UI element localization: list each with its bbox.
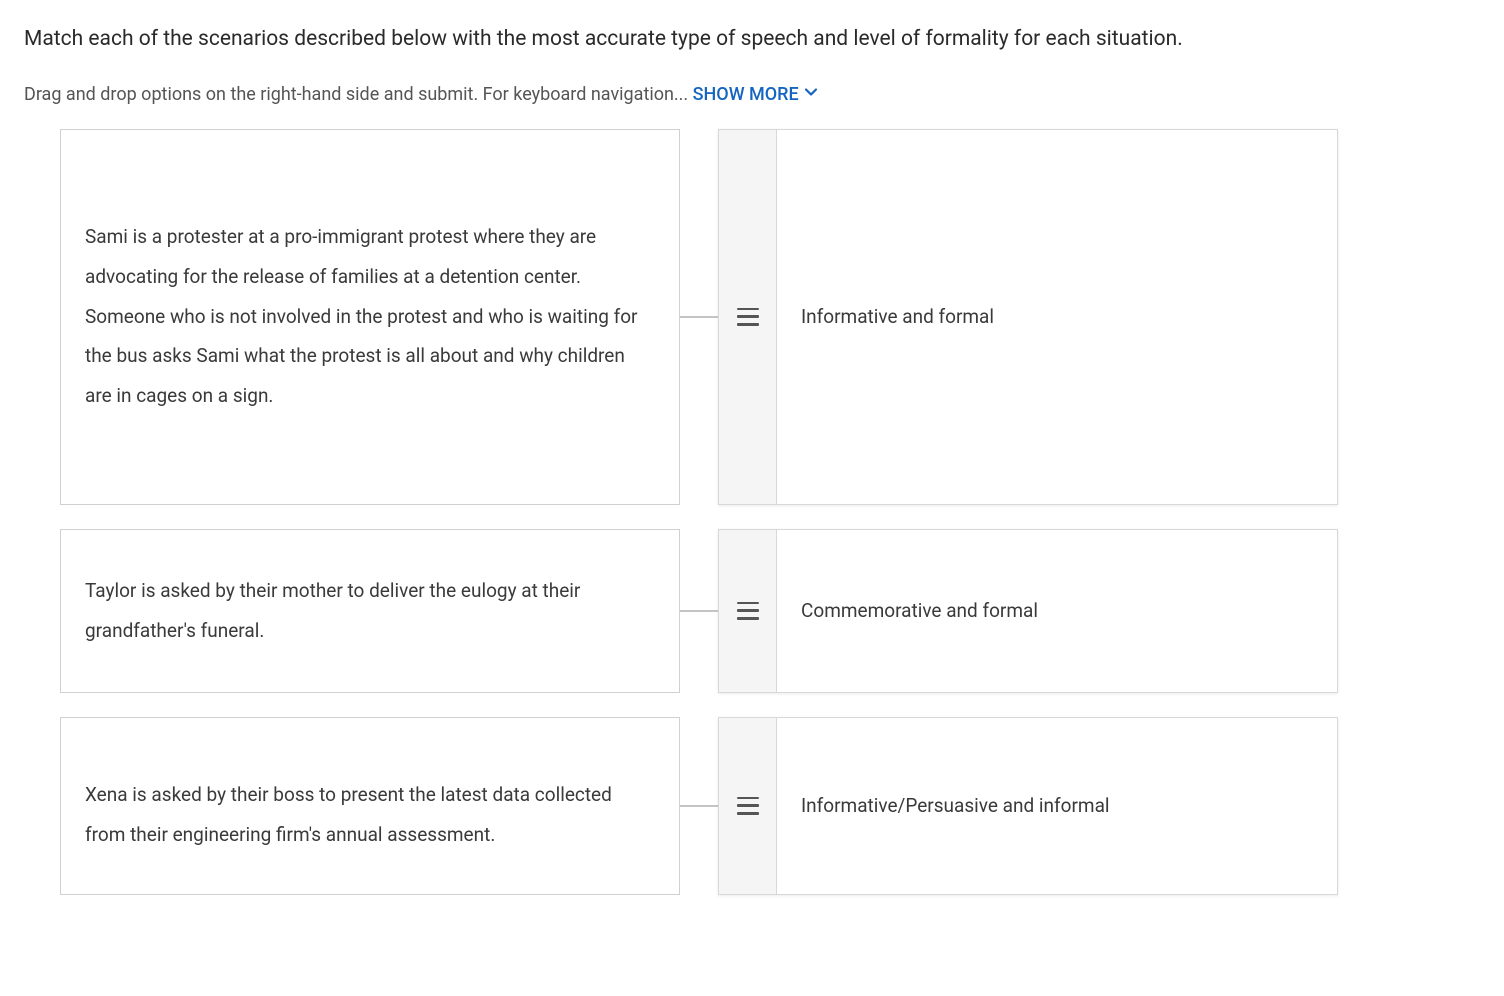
- instructions-text: Drag and drop options on the right-hand …: [24, 84, 693, 105]
- drag-handle-icon: [737, 308, 759, 326]
- scenario-box: Taylor is asked by their mother to deliv…: [60, 529, 680, 693]
- answer-text: Commemorative and formal: [777, 530, 1337, 692]
- matching-area: Sami is a protester at a pro-immigrant p…: [24, 129, 1480, 895]
- answer-box[interactable]: Commemorative and formal: [718, 529, 1338, 693]
- connector-line: [680, 805, 718, 807]
- answer-box[interactable]: Informative/Persuasive and informal: [718, 717, 1338, 895]
- scenario-box: Xena is asked by their boss to present t…: [60, 717, 680, 895]
- answer-text: Informative/Persuasive and informal: [777, 718, 1337, 894]
- drag-handle[interactable]: [719, 718, 777, 894]
- scenario-text: Sami is a protester at a pro-immigrant p…: [85, 217, 655, 416]
- question-text: Match each of the scenarios described be…: [24, 24, 1480, 56]
- answer-box[interactable]: Informative and formal: [718, 129, 1338, 505]
- match-row: Sami is a protester at a pro-immigrant p…: [60, 129, 1480, 505]
- scenario-box: Sami is a protester at a pro-immigrant p…: [60, 129, 680, 505]
- show-more-label: SHOW MORE: [693, 84, 799, 105]
- answer-text: Informative and formal: [777, 130, 1337, 504]
- connector-line: [680, 316, 718, 318]
- instructions-line: Drag and drop options on the right-hand …: [24, 84, 1480, 105]
- match-row: Taylor is asked by their mother to deliv…: [60, 529, 1480, 693]
- drag-handle[interactable]: [719, 130, 777, 504]
- connector-line: [680, 610, 718, 612]
- scenario-text: Xena is asked by their boss to present t…: [85, 775, 655, 855]
- drag-handle-icon: [737, 602, 759, 620]
- show-more-toggle[interactable]: SHOW MORE: [693, 84, 819, 105]
- match-row: Xena is asked by their boss to present t…: [60, 717, 1480, 895]
- scenario-text: Taylor is asked by their mother to deliv…: [85, 571, 655, 651]
- chevron-down-icon: [803, 84, 819, 105]
- drag-handle[interactable]: [719, 530, 777, 692]
- drag-handle-icon: [737, 797, 759, 815]
